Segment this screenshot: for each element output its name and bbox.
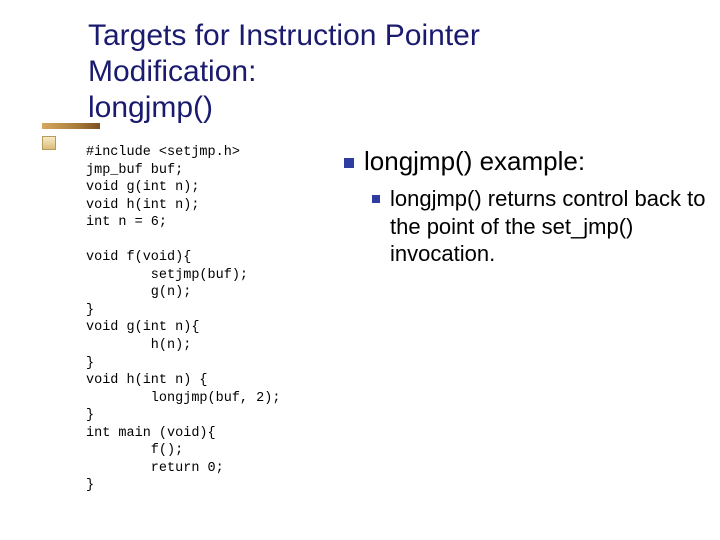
bullet-1-text: longjmp() example:: [364, 146, 585, 177]
bullet-content: longjmp() example: longjmp() returns con…: [344, 144, 720, 495]
main-content: #include <setjmp.h> jmp_buf buf; void g(…: [0, 126, 720, 495]
title-line-1: Targets for Instruction Pointer Modifica…: [88, 19, 480, 124]
code-accent-icon: [42, 136, 56, 150]
bullet-level-1: longjmp() example:: [344, 146, 720, 177]
title-area: Targets for Instruction Pointer Modifica…: [0, 0, 720, 126]
code-listing: #include <setjmp.h> jmp_buf buf; void g(…: [86, 144, 332, 495]
bullet-2-text: longjmp() returns control back to the po…: [390, 185, 720, 268]
page-title: Targets for Instruction Pointer Modifica…: [88, 18, 720, 126]
bullet-level-2: longjmp() returns control back to the po…: [372, 185, 720, 268]
square-bullet-icon: [344, 158, 354, 168]
square-bullet-small-icon: [372, 195, 380, 203]
